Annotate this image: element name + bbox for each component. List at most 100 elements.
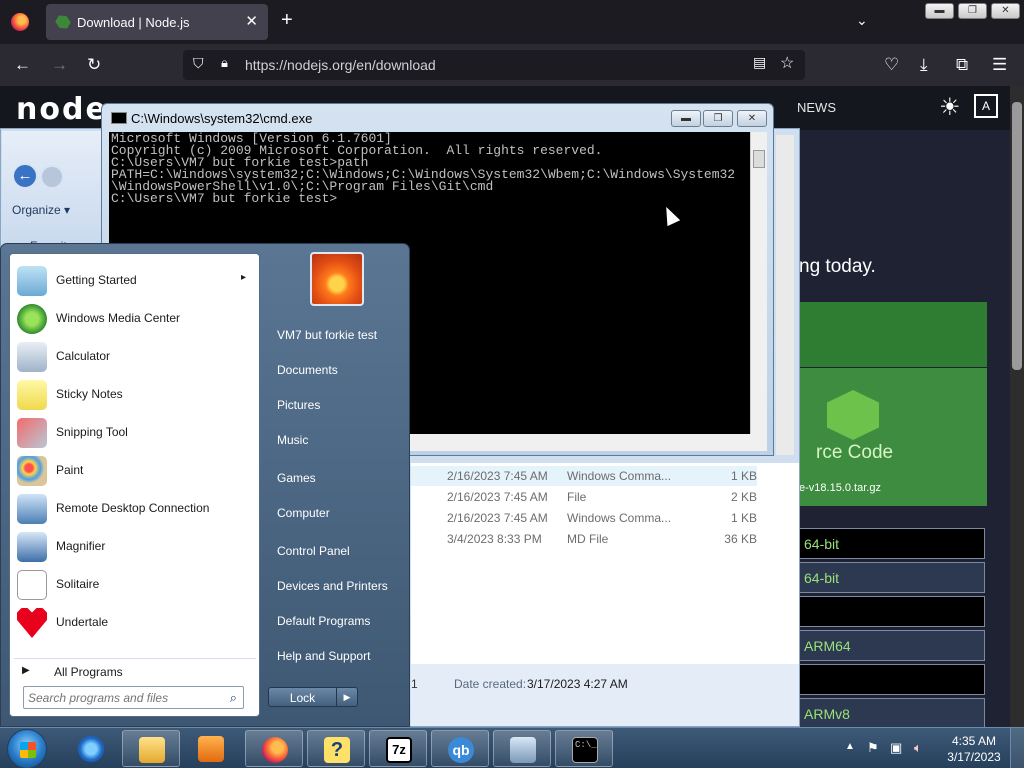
organize-menu[interactable]: Organize ▾	[12, 203, 70, 217]
start-right-default-programs[interactable]: Default Programs	[269, 606, 405, 636]
cmd-scrollbar-thumb[interactable]	[753, 150, 765, 168]
explorer-back-button[interactable]: ←	[12, 163, 38, 189]
download-tab-box[interactable]	[799, 302, 987, 367]
lock-icon[interactable]: 🔒︎	[221, 55, 228, 71]
url-text[interactable]: https://nodejs.org/en/download	[245, 57, 436, 73]
taskbar-7zip[interactable]: 7z	[369, 730, 427, 767]
url-bar[interactable]: ⛉ 🔒︎ https://nodejs.org/en/download ▤ ☆	[183, 50, 805, 80]
taskbar-cmd[interactable]: C:\_	[555, 730, 613, 767]
table-row[interactable]: 2/16/2023 7:45 AM Windows Comma... 1 KB	[411, 466, 757, 486]
taskbar-internet-explorer[interactable]	[62, 730, 120, 767]
download-table-row[interactable]	[799, 596, 985, 627]
reload-button[interactable]: ↻	[87, 55, 101, 75]
getting-started-icon	[17, 266, 47, 296]
nav-news-link[interactable]: NEWS	[797, 100, 836, 115]
explorer-scrollbar[interactable]	[776, 135, 794, 455]
theme-toggle-sun-icon[interactable]: ☀	[939, 93, 961, 122]
start-right-control-panel[interactable]: Control Panel	[269, 536, 405, 566]
cmd-maximize-button[interactable]: ❐	[703, 110, 733, 127]
maximize-button[interactable]: ❐	[958, 3, 987, 19]
table-row[interactable]: 2/16/2023 7:45 AM Windows Comma... 1 KB	[411, 508, 757, 528]
start-item-getting-started[interactable]: Getting Started ▸	[14, 263, 256, 299]
start-right-games[interactable]: Games	[269, 463, 405, 493]
sticky-notes-icon	[17, 380, 47, 410]
tab-close-icon[interactable]: ✕	[245, 12, 258, 30]
extensions-icon[interactable]: ⧉	[956, 55, 968, 75]
explorer-forward-button[interactable]	[40, 165, 64, 189]
start-item-paint[interactable]: Paint	[14, 453, 256, 489]
start-search-input[interactable]	[28, 690, 218, 706]
start-item-media-center[interactable]: Windows Media Center	[14, 301, 256, 337]
download-table-row[interactable]	[799, 664, 985, 695]
taskbar-help[interactable]: ?	[307, 730, 365, 767]
download-table-row[interactable]: ARM64	[799, 630, 985, 661]
shutdown-options-arrow-icon[interactable]: ▶	[336, 688, 357, 706]
lock-button[interactable]: Lock ▶	[268, 687, 358, 707]
cmd-minimize-button[interactable]: ▬	[671, 110, 701, 127]
download-table-row[interactable]: ARMv8	[799, 698, 985, 727]
cmd-window-icon	[111, 112, 127, 124]
taskbar-firefox[interactable]	[245, 730, 303, 767]
download-table-row[interactable]: 64-bit	[799, 528, 985, 559]
start-item-remote-desktop[interactable]: Remote Desktop Connection	[14, 491, 256, 527]
search-icon[interactable]: ⌕	[230, 690, 237, 706]
user-avatar[interactable]	[310, 252, 364, 306]
start-item-calculator[interactable]: Calculator	[14, 339, 256, 375]
bookmark-star-icon[interactable]: ☆	[780, 53, 794, 73]
start-right-pictures[interactable]: Pictures	[269, 390, 405, 420]
file-date: 2/16/2023 7:45 AM	[447, 490, 548, 504]
start-right-devices-printers[interactable]: Devices and Printers	[269, 571, 405, 601]
tab-nodejs-download[interactable]: Download | Node.js ✕	[46, 4, 268, 40]
forward-button[interactable]: →	[51, 55, 68, 75]
network-icon[interactable]: ▣	[890, 740, 902, 756]
show-desktop-button[interactable]	[1010, 728, 1024, 768]
start-right-documents[interactable]: Documents	[269, 355, 405, 385]
list-all-tabs-button[interactable]: ⌄	[856, 12, 868, 29]
all-programs-label: All Programs	[54, 665, 123, 679]
pocket-icon[interactable]: ♡	[884, 55, 899, 75]
start-right-help-support[interactable]: Help and Support	[269, 641, 405, 671]
start-search-box[interactable]: ⌕	[23, 686, 244, 709]
cmd-scrollbar[interactable]	[750, 132, 767, 434]
action-center-flag-icon[interactable]: ⚑	[867, 740, 879, 756]
start-right-computer[interactable]: Computer	[269, 498, 405, 528]
minimize-button[interactable]: ▬	[925, 3, 954, 19]
all-programs-button[interactable]: ▶ All Programs	[14, 658, 256, 680]
taskbar-media-player[interactable]	[182, 730, 240, 767]
node-logo[interactable]: node	[16, 92, 108, 127]
page-scrollbar[interactable]	[1010, 86, 1024, 727]
start-item-solitaire[interactable]: Solitaire	[14, 567, 256, 603]
start-right-music[interactable]: Music	[269, 425, 405, 455]
close-window-button[interactable]: ✕	[991, 3, 1020, 19]
start-item-magnifier[interactable]: Magnifier	[14, 529, 256, 565]
table-row[interactable]: 2/16/2023 7:45 AM File 2 KB	[411, 487, 757, 507]
download-icon[interactable]: ⤓	[920, 55, 928, 75]
show-hidden-icons-button[interactable]: ▲	[845, 741, 855, 752]
cmd-close-button[interactable]: ✕	[737, 110, 767, 127]
taskbar-qbittorrent[interactable]: qb	[431, 730, 489, 767]
firefox-logo-icon[interactable]	[11, 13, 29, 31]
volume-muted-icon[interactable]: 🔈︎	[914, 740, 922, 756]
start-item-sticky-notes[interactable]: Sticky Notes	[14, 377, 256, 413]
start-button[interactable]	[7, 729, 47, 768]
source-code-download-button[interactable]: rce Code e-v18.15.0.tar.gz	[799, 368, 987, 506]
download-table-row[interactable]: 64-bit	[799, 562, 985, 593]
start-right-user[interactable]: VM7 but forkie test	[269, 320, 405, 350]
console-prompt[interactable]: C:\Users\VM7 but forkie test>	[111, 192, 748, 205]
start-item-undertale[interactable]: Undertale	[14, 605, 256, 641]
file-size: 36 KB	[724, 532, 757, 546]
clock-date[interactable]: 3/17/2023	[944, 750, 1004, 764]
start-item-snipping-tool[interactable]: Snipping Tool	[14, 415, 256, 451]
clock-time[interactable]: 4:35 AM	[944, 734, 1004, 748]
taskbar-remote-desktop[interactable]	[493, 730, 551, 767]
reader-view-icon[interactable]: ▤	[753, 54, 766, 71]
menu-icon[interactable]: ☰	[992, 55, 1007, 75]
taskbar-file-explorer[interactable]	[122, 730, 180, 767]
explorer-toolbar: ← Organize ▾ Favorites	[2, 131, 102, 253]
back-button[interactable]: ←	[14, 55, 31, 75]
shield-icon[interactable]: ⛉	[193, 55, 204, 72]
table-row[interactable]: 3/4/2023 8:33 PM MD File 36 KB	[411, 529, 757, 549]
new-tab-button[interactable]: +	[281, 10, 293, 30]
language-picker-icon[interactable]: A	[974, 94, 998, 118]
page-scrollbar-thumb[interactable]	[1012, 102, 1022, 370]
